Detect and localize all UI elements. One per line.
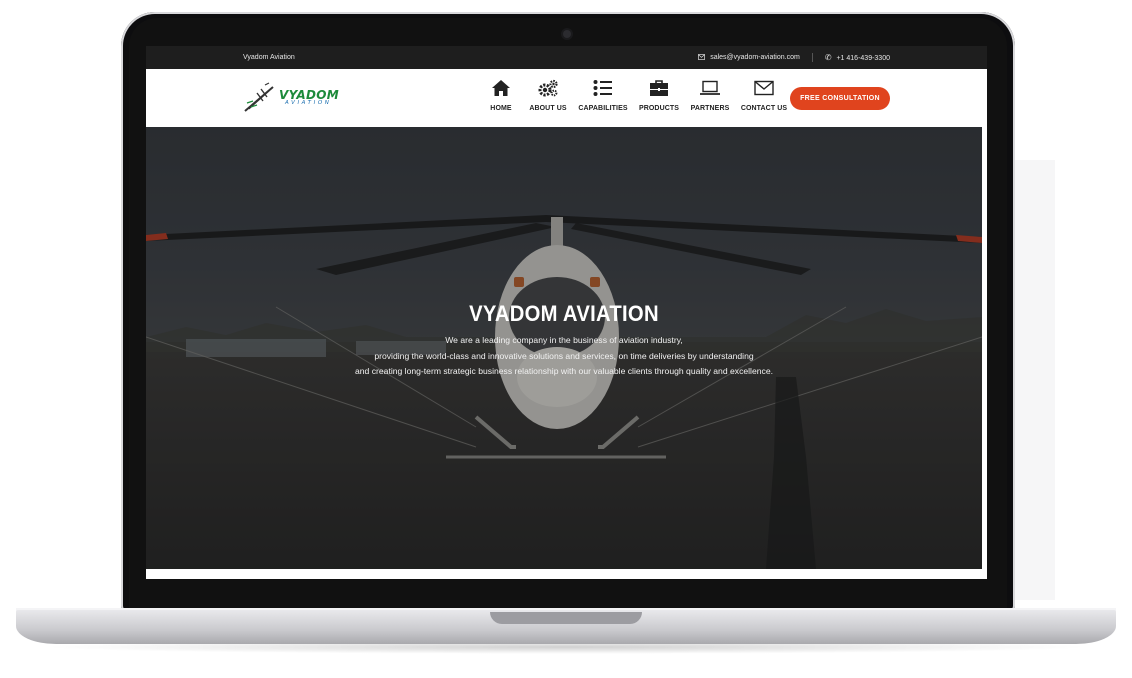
phone-link[interactable]: ✆ +1 416-439-3300 (824, 52, 890, 62)
nav-label: CAPABILITIES (578, 105, 628, 112)
hero-title: VYADOM AVIATION (469, 301, 659, 326)
main-nav: HOME ABOUT US CAPABILITIES PRODUCTS PART… (478, 77, 792, 112)
list-icon (593, 80, 612, 96)
hero-content: VYADOM AVIATION We are a leading company… (146, 301, 982, 380)
nav-products[interactable]: PRODUCTS (634, 77, 684, 112)
nav-partners[interactable]: PARTNERS (684, 77, 736, 112)
email-text: sales@vyadom-aviation.com (710, 54, 800, 61)
envelope-icon (754, 80, 774, 96)
laptop-icon (700, 80, 720, 95)
nav-label: ABOUT US (529, 105, 567, 112)
top-bar: Vyadom Aviation sales@vyadom-aviation.co… (146, 46, 987, 69)
backdrop-panel (1015, 160, 1055, 600)
briefcase-icon (650, 80, 668, 96)
nav-capabilities[interactable]: CAPABILITIES (572, 77, 634, 112)
nav-label: PRODUCTS (638, 105, 680, 112)
email-link[interactable]: sales@vyadom-aviation.com (698, 54, 800, 61)
phone-icon: ✆ (824, 52, 832, 62)
gears-icon (538, 79, 558, 97)
hero-line-1: We are a leading company in the business… (445, 335, 683, 345)
site-logo[interactable]: VYADOM AVIATION (243, 81, 343, 115)
logo-subtitle: AVIATION (285, 100, 332, 107)
nav-label: CONTACT US (740, 105, 788, 112)
laptop-notch (490, 612, 642, 624)
home-icon (492, 80, 510, 96)
contact-info: sales@vyadom-aviation.com ✆ +1 416-439-3… (698, 53, 890, 62)
company-name: Vyadom Aviation (243, 54, 295, 61)
envelope-icon (698, 54, 706, 60)
nav-home[interactable]: HOME (478, 77, 524, 112)
laptop-mockup: Vyadom Aviation sales@vyadom-aviation.co… (0, 0, 1132, 678)
page-bottom-strip (146, 569, 987, 579)
hero-line-3: and creating long-term strategic busines… (355, 366, 773, 377)
divider (811, 53, 813, 62)
jet-logo-icon (244, 82, 274, 112)
hero-banner: VYADOM AVIATION We are a leading company… (146, 127, 982, 569)
nav-label: PARTNERS (690, 105, 730, 112)
nav-label: HOME (490, 105, 512, 112)
hero-line-2: providing the world-class and innovative… (374, 350, 754, 361)
nav-about-us[interactable]: ABOUT US (524, 77, 572, 112)
webcam-icon (563, 30, 571, 38)
site-header: VYADOM AVIATION HOME ABOUT US CAPABILITI… (146, 69, 987, 127)
website-screen: Vyadom Aviation sales@vyadom-aviation.co… (146, 46, 987, 579)
nav-contact-us[interactable]: CONTACT US (736, 77, 792, 112)
phone-text: +1 416-439-3300 (836, 54, 890, 62)
free-consultation-button[interactable]: FREE CONSULTATION (790, 87, 890, 110)
